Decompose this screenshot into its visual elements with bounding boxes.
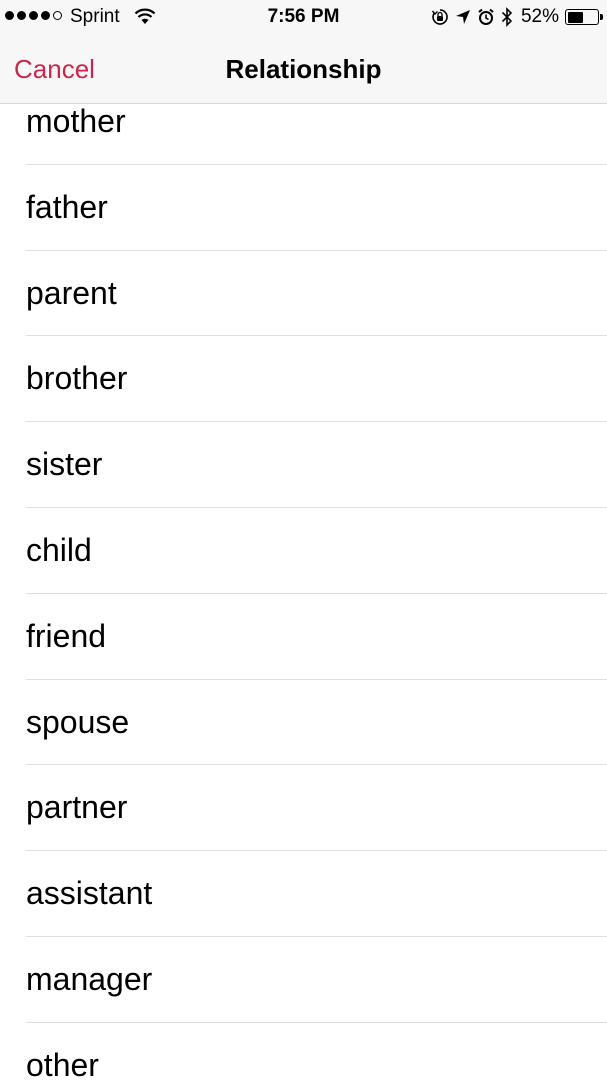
relationship-option-father[interactable]: father <box>0 165 607 251</box>
alarm-icon <box>477 8 495 26</box>
relationship-option-label: sister <box>26 446 103 483</box>
orientation-lock-icon <box>431 8 449 26</box>
relationship-option-brother[interactable]: brother <box>0 336 607 423</box>
bluetooth-icon <box>501 7 513 27</box>
relationship-option-label: brother <box>26 360 128 397</box>
battery-percentage: 52% <box>520 6 559 27</box>
relationship-list[interactable]: mother father parent brother sister child frie… <box>0 104 607 1080</box>
relationship-option-parent[interactable]: parent <box>0 251 607 337</box>
battery-icon <box>565 9 603 25</box>
relationship-option-label: parent <box>26 274 117 311</box>
relationship-option-label: friend <box>26 617 107 654</box>
relationship-option-label: partner <box>26 789 128 826</box>
relationship-option-mother[interactable]: mother <box>0 104 607 165</box>
status-icons: 52% <box>431 6 603 28</box>
relationship-option-label: spouse <box>26 703 130 740</box>
relationship-option-label: mother <box>26 104 126 139</box>
battery-level-fill <box>567 11 583 23</box>
relationship-option-spouse[interactable]: spouse <box>0 680 607 766</box>
relationship-option-label: assistant <box>26 875 153 912</box>
relationship-option-label: father <box>26 188 108 225</box>
relationship-option-child[interactable]: child <box>0 508 607 594</box>
relationship-option-sister[interactable]: sister <box>0 422 607 508</box>
relationship-option-other[interactable]: other <box>0 1023 607 1080</box>
relationship-option-label: child <box>26 531 92 568</box>
relationship-option-assistant[interactable]: assistant <box>0 851 607 937</box>
cancel-button[interactable]: Cancel <box>14 54 95 85</box>
relationship-option-friend[interactable]: friend <box>0 594 607 680</box>
location-icon <box>455 9 471 25</box>
relationship-option-manager[interactable]: manager <box>0 937 607 1023</box>
relationship-option-label: manager <box>26 960 153 997</box>
relationship-option-label: other <box>26 1046 99 1080</box>
navigation-bar: Cancel Relationship <box>0 34 607 104</box>
relationship-list-content: mother father parent brother sister child frie… <box>0 104 607 1080</box>
relationship-option-partner[interactable]: partner <box>0 765 607 852</box>
status-bar: Sprint 7:56 PM 52% <box>0 0 607 34</box>
